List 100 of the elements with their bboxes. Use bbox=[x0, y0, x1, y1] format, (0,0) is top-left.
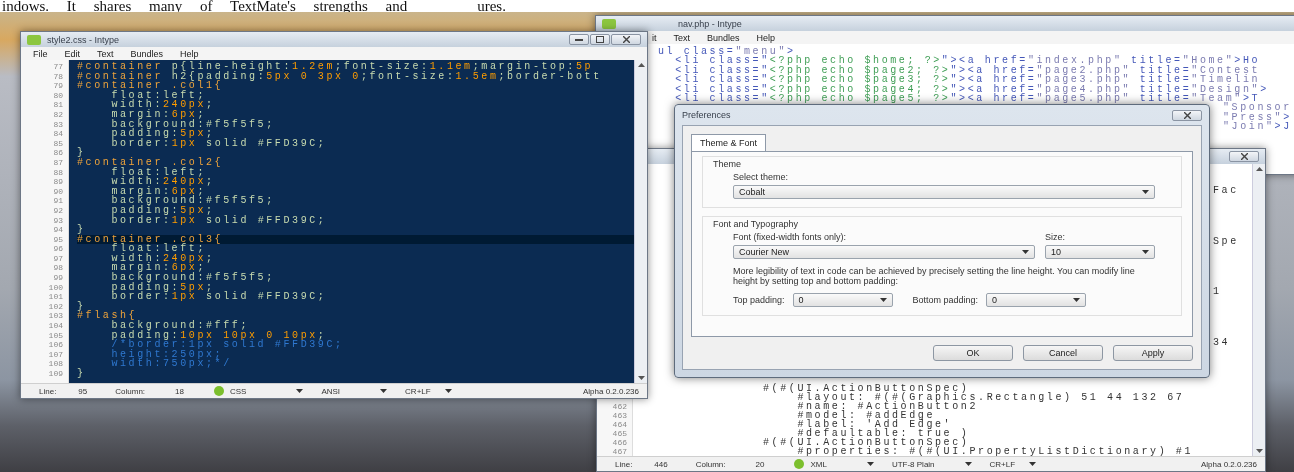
syntax-dropdown[interactable]: XML bbox=[810, 459, 874, 469]
code-line: /*border:1px solid #FFD39C; bbox=[110, 340, 344, 350]
code-line: 34 bbox=[1213, 337, 1231, 348]
line-number: 465 bbox=[612, 429, 627, 438]
code-line: padding:5px; bbox=[110, 205, 215, 216]
code-line: #label: 'Add Edge' bbox=[796, 420, 953, 429]
line-number: 105 bbox=[48, 330, 63, 341]
line-number: 97 bbox=[53, 253, 63, 264]
menu-item[interactable]: Bundles bbox=[130, 48, 164, 59]
line-number: 108 bbox=[48, 359, 63, 369]
menu-item[interactable]: Help bbox=[180, 48, 199, 59]
tab[interactable]: Theme & Font bbox=[691, 134, 767, 151]
caret-icon bbox=[1022, 250, 1029, 254]
line-ending-dropdown[interactable]: CR+LF bbox=[989, 459, 1037, 469]
line-number: 85 bbox=[53, 138, 63, 149]
code-line: padding:5px; bbox=[110, 282, 215, 293]
code-line: border:1px solid #FFD39C; bbox=[110, 138, 327, 149]
article-text: ures. bbox=[477, 0, 506, 12]
menu-item[interactable]: Text bbox=[97, 48, 114, 59]
syntax-dropdown[interactable]: CSS bbox=[229, 386, 304, 396]
line-number: 86 bbox=[53, 148, 63, 158]
menu-item[interactable]: Help bbox=[756, 32, 776, 43]
caret-icon bbox=[1142, 250, 1149, 254]
code-line: #properties: #(#(UI.PropertyListDictionary) #1 bbox=[797, 447, 1194, 456]
line-number: 109 bbox=[48, 369, 63, 379]
close-button[interactable] bbox=[611, 34, 641, 45]
bundle-icon bbox=[213, 386, 224, 396]
top-padding-select[interactable]: 0 bbox=[792, 293, 893, 307]
code-line: background:#f5f5f5; bbox=[110, 196, 275, 206]
version-label: Alpha 0.2.0.236 bbox=[582, 386, 639, 396]
line-number: 98 bbox=[53, 263, 63, 274]
dialog-button[interactable]: Apply bbox=[1113, 345, 1193, 361]
close-icon bbox=[1183, 111, 1191, 119]
code-line: #(#(UI.ActionButtonSpec) bbox=[763, 384, 970, 393]
caret-icon bbox=[380, 389, 388, 393]
line-number: 83 bbox=[53, 119, 63, 130]
code-line: #model: #addEdge bbox=[796, 411, 936, 420]
caret-icon bbox=[1142, 190, 1149, 194]
caret-icon bbox=[444, 389, 452, 393]
code-line: <li class="<?php echo $page3; ?>"><a href="page3.php" title="Timelin bbox=[674, 75, 1261, 85]
maximize-icon bbox=[596, 36, 604, 43]
line-number: 95 bbox=[53, 234, 63, 245]
maximize-button[interactable] bbox=[590, 34, 610, 45]
menu-item[interactable]: File bbox=[33, 48, 48, 59]
font-select[interactable]: Courier New bbox=[733, 245, 1035, 259]
code-line: padding:5px; bbox=[110, 129, 215, 139]
line-number: 78 bbox=[53, 71, 63, 82]
menu-item[interactable]: Bundles bbox=[707, 32, 740, 43]
line-number: 466 bbox=[612, 438, 627, 447]
code-line: } bbox=[77, 148, 86, 158]
line-number: 82 bbox=[53, 109, 63, 120]
code-line: width:240px; bbox=[110, 177, 215, 187]
line-number: 87 bbox=[53, 157, 63, 168]
theme-select[interactable]: Cobalt bbox=[733, 185, 1155, 199]
help-text: More legibility of text in code can be achieved by precisely setting the line height. You can modify line height by setting top and bottom padding: bbox=[733, 266, 1136, 286]
caret-icon bbox=[866, 462, 874, 466]
size-select[interactable]: 10 bbox=[1045, 245, 1155, 259]
code-line: float:left; bbox=[110, 167, 206, 178]
line-number: 81 bbox=[53, 100, 63, 110]
code-line: Spe bbox=[1213, 236, 1239, 247]
field-label: Font (fixed-width fonts only): bbox=[733, 232, 848, 242]
scrollbar[interactable] bbox=[634, 60, 647, 383]
caret-icon bbox=[879, 298, 887, 302]
line-value: 95 bbox=[78, 386, 88, 396]
bundle-icon bbox=[794, 459, 805, 469]
field-label: Bottom padding: bbox=[912, 295, 979, 305]
code-line: #layout: #(#(Graphics.Rectangle) 51 44 132 67 bbox=[797, 393, 1185, 402]
line-number: 79 bbox=[53, 81, 63, 91]
close-button[interactable] bbox=[1172, 109, 1202, 121]
line-number: 100 bbox=[48, 282, 63, 293]
field-label: Top padding: bbox=[733, 295, 785, 305]
window-title: style2.css - Intype bbox=[47, 34, 120, 45]
arrow-up-icon bbox=[1255, 167, 1263, 171]
scrollbar[interactable] bbox=[1252, 164, 1265, 456]
dialog-button[interactable]: OK bbox=[933, 345, 1013, 361]
menu-item[interactable]: Edit bbox=[64, 48, 81, 59]
line-number: 94 bbox=[53, 225, 63, 235]
menu-item[interactable]: Text bbox=[673, 32, 690, 43]
column-value: 20 bbox=[755, 459, 765, 469]
dialog-button[interactable]: Cancel bbox=[1023, 345, 1103, 361]
code-line: <li class="<?php echo $page4; ?>"><a href="page4.php" title="Design"> bbox=[674, 84, 1269, 94]
line-number: 464 bbox=[612, 420, 627, 429]
code-line: width:240px; bbox=[110, 253, 215, 264]
close-button[interactable] bbox=[1229, 151, 1259, 162]
encoding-dropdown[interactable]: ANSI bbox=[321, 386, 388, 396]
close-icon bbox=[1240, 153, 1248, 160]
app-icon bbox=[27, 34, 41, 45]
code-line: border:1px solid #FFD39C; bbox=[110, 215, 327, 226]
line-number: 103 bbox=[48, 311, 63, 322]
bottom-padding-select[interactable]: 0 bbox=[986, 293, 1087, 307]
line-ending-dropdown[interactable]: CR+LF bbox=[405, 386, 452, 396]
encoding-dropdown[interactable]: UTF-8 Plain bbox=[891, 459, 972, 469]
code-line: float:left; bbox=[110, 244, 206, 254]
code-line: #container p{line-height:1.2em;font-size:1.1em;margin-top:5p bbox=[77, 62, 594, 72]
line-number: 462 bbox=[612, 402, 627, 411]
version-label: Alpha 0.2.0.236 bbox=[1200, 459, 1257, 469]
minimize-button[interactable] bbox=[569, 34, 589, 45]
code-line: #(#(UI.ActionButtonSpec) bbox=[763, 438, 970, 447]
menu-item[interactable]: it bbox=[652, 32, 657, 43]
code-line: <li class="<?php echo $home; ?>"><a href="index.php" title="Home">Ho bbox=[674, 56, 1261, 66]
